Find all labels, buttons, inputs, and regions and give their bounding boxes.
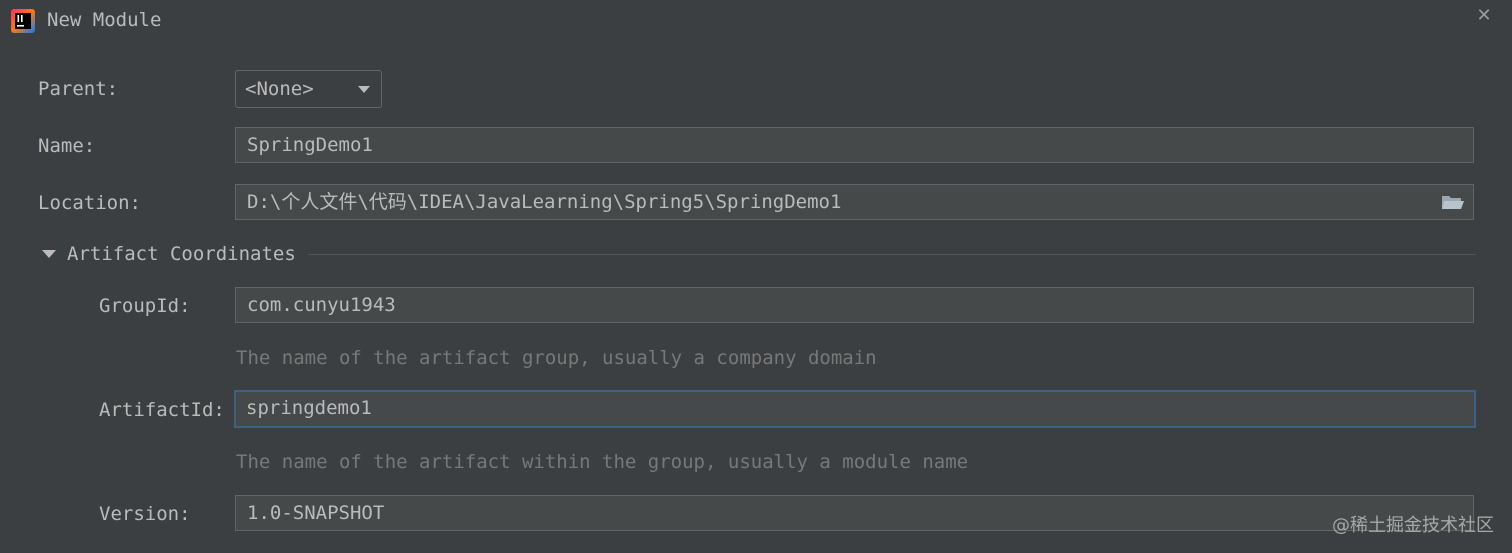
version-input[interactable]: 1.0-SNAPSHOT [235,495,1474,531]
name-input[interactable]: SpringDemo1 [235,127,1474,163]
title-bar: New Module ✕ [0,0,1512,44]
intellij-idea-icon [11,9,35,33]
location-input-value: D:\个人文件\代码\IDEA\JavaLearning\Spring5\Spr… [247,191,842,213]
folder-icon[interactable] [1441,193,1465,211]
groupid-label: GroupId: [99,295,191,317]
parent-label: Parent: [38,78,119,100]
location-label: Location: [38,192,141,214]
artifactid-hint: The name of the artifact within the grou… [236,451,969,473]
parent-select[interactable]: <None> [235,70,382,108]
parent-select-value: <None> [245,78,314,100]
artifactid-label: ArtifactId: [99,399,225,421]
version-label: Version: [99,503,191,525]
watermark: @稀土掘金技术社区 [1332,515,1494,536]
chevron-down-icon [358,86,370,93]
section-divider [308,254,1476,255]
window-title: New Module [47,9,162,31]
triangle-down-icon[interactable] [42,250,56,258]
artifactid-input[interactable]: springdemo1 [234,390,1476,428]
name-label: Name: [38,135,96,157]
groupid-hint: The name of the artifact group, usually … [236,347,877,369]
close-icon[interactable]: ✕ [1474,6,1494,26]
section-title[interactable]: Artifact Coordinates [67,243,296,265]
groupid-input[interactable]: com.cunyu1943 [235,287,1474,323]
location-input[interactable]: D:\个人文件\代码\IDEA\JavaLearning\Spring5\Spr… [235,184,1474,220]
